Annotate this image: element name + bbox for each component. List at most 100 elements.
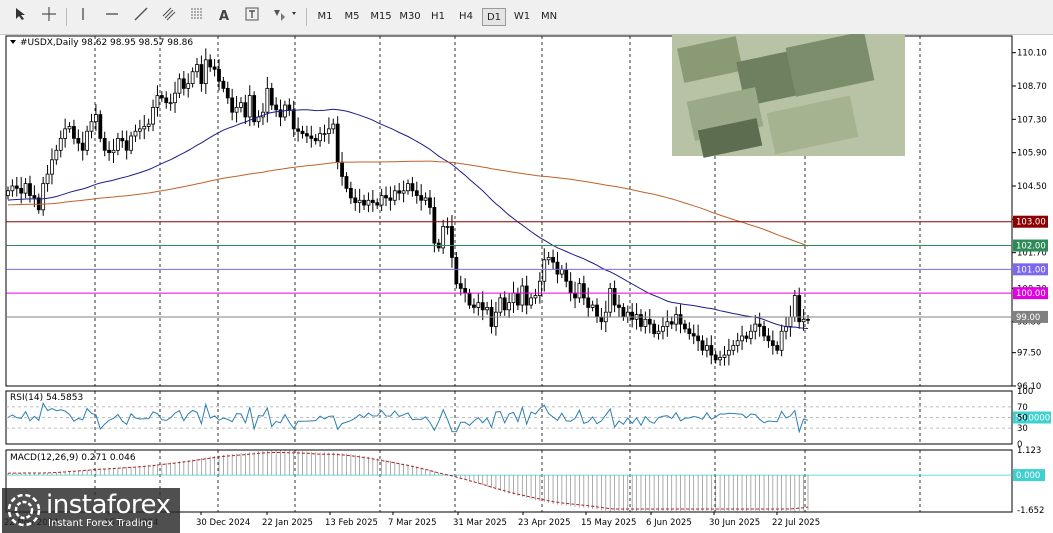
timeframe-d1[interactable]: D1 <box>482 8 506 26</box>
candle-body <box>305 133 309 137</box>
trendline-icon[interactable] <box>130 7 152 27</box>
candle-body <box>568 280 573 294</box>
price-tick-label: 105.90 <box>1017 149 1047 159</box>
candle-body <box>753 323 758 332</box>
candle-body <box>102 137 107 151</box>
candle-body <box>788 316 793 327</box>
cursor-icon[interactable] <box>10 7 32 27</box>
candle-body <box>423 197 428 201</box>
candle-body <box>599 316 604 323</box>
candle-body <box>454 257 459 285</box>
candle-body <box>674 314 679 325</box>
candle-body <box>507 302 511 311</box>
candle-body <box>107 149 111 154</box>
timeframe-m5[interactable]: M5 <box>341 8 363 26</box>
time-axis-label: 7 Mar 2025 <box>388 518 436 528</box>
candle-body <box>647 318 652 325</box>
candle-body <box>85 130 90 151</box>
timeframe-mn[interactable]: MN <box>537 8 561 26</box>
candle-body <box>463 287 468 294</box>
timeframe-m15[interactable]: M15 <box>368 8 394 26</box>
candle-body <box>14 185 19 189</box>
candle-body <box>397 190 402 194</box>
toolbar-separator <box>306 8 307 26</box>
crosshair-icon[interactable] <box>38 7 60 27</box>
candle-body <box>212 66 217 70</box>
candle-body <box>410 183 415 192</box>
candle-body <box>630 311 635 320</box>
candle-body <box>678 314 683 325</box>
candle-body <box>137 128 142 132</box>
candle-body <box>124 140 129 151</box>
chart-toolbar: A M1 M5 M15 M30 H1 H4 D1 W1 MN <box>0 0 1053 35</box>
timeframe-h1[interactable]: H1 <box>427 8 449 26</box>
candle-body <box>234 107 239 113</box>
toolbar-separator <box>66 8 67 26</box>
shapes-icon[interactable] <box>270 7 300 27</box>
candle-body <box>445 226 450 228</box>
time-axis-label: 23 Apr 2025 <box>518 518 571 528</box>
candle-body <box>199 64 204 85</box>
candle-body <box>740 335 744 342</box>
timeframe-h4[interactable]: H4 <box>455 8 477 26</box>
vertical-line-icon[interactable] <box>72 7 94 27</box>
candle-body <box>669 321 674 325</box>
candle-body <box>643 318 648 327</box>
candle-body <box>683 323 687 330</box>
label-icon[interactable] <box>241 7 263 27</box>
text-icon[interactable]: A <box>213 7 235 27</box>
brand-tagline: Instant Forex Trading <box>48 518 154 529</box>
candle-body <box>595 304 599 318</box>
candle-body <box>67 126 72 130</box>
candle-body <box>28 183 32 196</box>
price-chart[interactable]: 110.10108.70107.30105.90104.50103.10101.… <box>0 34 1053 533</box>
candle-body <box>129 135 133 151</box>
channel-icon[interactable] <box>158 7 180 27</box>
horizontal-line-icon[interactable] <box>101 7 123 27</box>
candle-body <box>621 307 626 318</box>
candle-body <box>573 292 577 299</box>
candle-body <box>146 123 151 127</box>
candle-body <box>559 268 564 275</box>
candle-body <box>19 187 24 194</box>
candle-body <box>801 318 806 323</box>
timeframe-w1[interactable]: W1 <box>510 8 534 26</box>
candle-body <box>168 102 173 105</box>
candle-body <box>775 345 780 351</box>
timeframe-m1[interactable]: M1 <box>314 8 336 26</box>
macd-tick-label: 1.123 <box>1017 446 1041 456</box>
level-badge-text-103.00: 103.00 <box>1016 218 1046 228</box>
candle-body <box>300 130 305 135</box>
level-badge-text-101.00: 101.00 <box>1016 265 1046 275</box>
candle-body <box>89 121 94 132</box>
fibonacci-icon[interactable] <box>186 7 208 27</box>
candle-body <box>331 123 336 130</box>
candle-body <box>612 287 617 306</box>
candle-body <box>665 321 670 327</box>
candle-body <box>757 323 762 327</box>
timeframe-m30[interactable]: M30 <box>397 8 423 26</box>
candle-body <box>713 354 718 361</box>
candle-body <box>441 226 446 249</box>
rsi-tick-label: 30 <box>1017 424 1028 434</box>
candle-body <box>177 78 182 94</box>
candle-body <box>291 109 296 130</box>
candle-body <box>406 183 410 192</box>
macd-zero-badge-text: 0.000 <box>1016 471 1040 481</box>
candle-body <box>181 78 186 89</box>
candle-body <box>217 68 221 82</box>
candle-body <box>731 345 736 351</box>
candle-body <box>375 202 380 206</box>
candle-body <box>419 195 424 201</box>
candle-body <box>511 292 516 304</box>
rsi-tick-label: 70 <box>1017 403 1028 413</box>
candle-body <box>718 357 722 361</box>
candle-body <box>344 176 349 189</box>
candle-body <box>467 292 472 306</box>
candle-body <box>705 345 709 351</box>
candle-body <box>762 326 766 337</box>
candle-body <box>50 159 54 175</box>
candle-body <box>652 323 657 335</box>
candle-body <box>555 261 560 275</box>
candle-body <box>45 173 50 185</box>
